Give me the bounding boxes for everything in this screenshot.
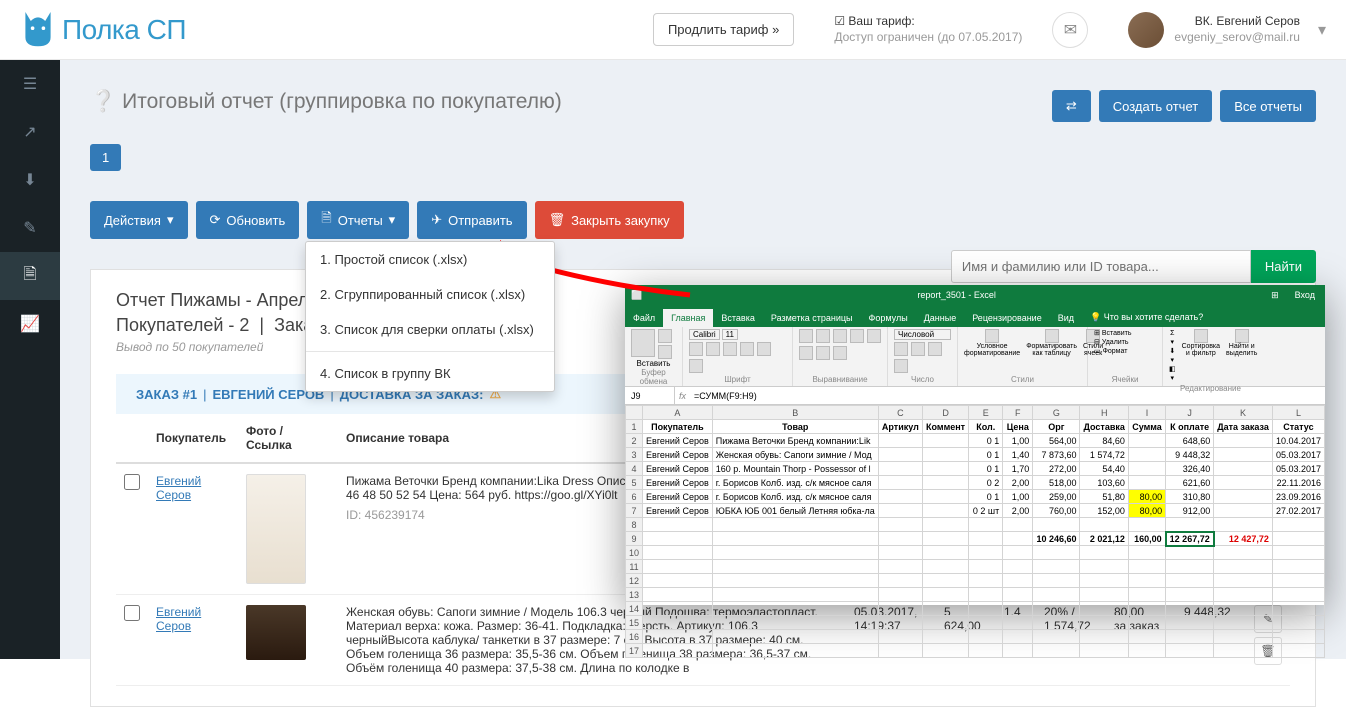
sidebar-item-5[interactable]: 📈	[0, 300, 60, 348]
search-input[interactable]	[951, 250, 1251, 283]
refresh-icon: ⟳	[210, 212, 221, 228]
sidebar-item-3[interactable]: ✎	[0, 204, 60, 252]
hamburger-icon: ☰	[23, 74, 37, 94]
excel-window: ⬜ report_3501 - Excel ⊞ Вход Файл Главна…	[625, 285, 1325, 605]
envelope-icon: ✉	[1064, 20, 1077, 40]
sidebar: ☰ ↗ ⬇ ✎ 🗎 📈	[0, 60, 60, 659]
page-number-badge[interactable]: 1	[90, 144, 121, 171]
chart-icon: 📈	[20, 314, 40, 334]
help-icon[interactable]: ❔	[90, 90, 116, 114]
export-simple-xlsx[interactable]: 1. Простой список (.xlsx)	[306, 242, 554, 277]
export-vk-group[interactable]: 4. Список в группу ВК	[306, 356, 554, 391]
logo-text: Полка СП	[62, 14, 186, 46]
file-icon: 🗎	[24, 263, 37, 290]
edit-icon: ✎	[23, 218, 36, 238]
excel-tab-view[interactable]: Вид	[1050, 309, 1082, 327]
row-checkbox[interactable]	[124, 474, 140, 490]
reports-dropdown-menu: 1. Простой список (.xlsx) 2. Сгруппирова…	[305, 241, 555, 392]
cat-logo-icon	[20, 10, 56, 50]
tariff-info: ☑ Ваш тариф: Доступ ограничен (до 07.05.…	[834, 14, 1022, 45]
file-icon: 🗎	[321, 209, 331, 231]
excel-tab-review[interactable]: Рецензирование	[964, 309, 1050, 327]
close-purchase-button[interactable]: 🗑 Закрыть закупку	[535, 201, 684, 239]
excel-tab-file[interactable]: Файл	[625, 309, 663, 327]
send-icon: ✈	[431, 212, 442, 228]
excel-ribbon: Вставить Буфер обмена Calibri11 Шрифт Вы…	[625, 327, 1325, 387]
search-button[interactable]: Найти	[1251, 250, 1316, 283]
switch-button[interactable]: ⇄	[1052, 90, 1091, 122]
buyer-link[interactable]: Евгений Серов	[156, 474, 201, 502]
sidebar-item-reports[interactable]: 🗎	[0, 252, 60, 300]
avatar	[1128, 12, 1164, 48]
reports-dropdown[interactable]: 🗎 Отчеты ▾	[307, 201, 409, 239]
all-reports-button[interactable]: Все отчеты	[1220, 90, 1316, 122]
chevron-down-icon: ▾	[1318, 20, 1326, 40]
external-icon: ↗	[23, 122, 36, 142]
product-photo[interactable]	[246, 605, 306, 660]
caret-down-icon: ▾	[167, 212, 174, 228]
caret-down-icon: ▾	[389, 212, 396, 228]
buyer-link[interactable]: Евгений Серов	[156, 605, 201, 633]
excel-grid[interactable]: ABCDEFGHIJKL1ПокупательТоварАртикулКомме…	[625, 405, 1325, 658]
send-button[interactable]: ✈ Отправить	[417, 201, 526, 239]
user-menu[interactable]: ВК. Евгений Серов evgeniy_serov@mail.ru …	[1128, 12, 1326, 48]
excel-tab-insert[interactable]: Вставка	[713, 309, 762, 327]
export-payment-xlsx[interactable]: 3. Список для сверки оплаты (.xlsx)	[306, 312, 554, 347]
download-icon: ⬇	[23, 170, 36, 190]
export-grouped-xlsx[interactable]: 2. Сгруппированный список (.xlsx)	[306, 277, 554, 312]
excel-tab-data[interactable]: Данные	[916, 309, 965, 327]
excel-tab-formulas[interactable]: Формулы	[861, 309, 916, 327]
row-checkbox[interactable]	[124, 605, 140, 621]
sidebar-item-2[interactable]: ⬇	[0, 156, 60, 204]
extend-tariff-button[interactable]: Продлить тариф »	[653, 13, 794, 46]
messages-button[interactable]: ✉	[1052, 12, 1088, 48]
excel-tell-me[interactable]: 💡 Что вы хотите сделать?	[1082, 308, 1211, 327]
excel-tab-layout[interactable]: Разметка страницы	[763, 309, 861, 327]
excel-ribbon-tabs: Файл Главная Вставка Разметка страницы Ф…	[625, 305, 1325, 327]
excel-titlebar: ⬜ report_3501 - Excel ⊞ Вход	[625, 285, 1325, 305]
sidebar-toggle[interactable]: ☰	[0, 60, 60, 108]
create-report-button[interactable]: Создать отчет	[1099, 90, 1212, 122]
excel-tab-home[interactable]: Главная	[663, 309, 713, 327]
refresh-button[interactable]: ⟳ Обновить	[196, 201, 300, 239]
product-photo[interactable]	[246, 474, 306, 584]
actions-dropdown[interactable]: Действия ▾	[90, 201, 188, 239]
trash-icon: 🗑	[549, 212, 566, 228]
sidebar-item-1[interactable]: ↗	[0, 108, 60, 156]
logo[interactable]: Полка СП	[20, 10, 186, 50]
